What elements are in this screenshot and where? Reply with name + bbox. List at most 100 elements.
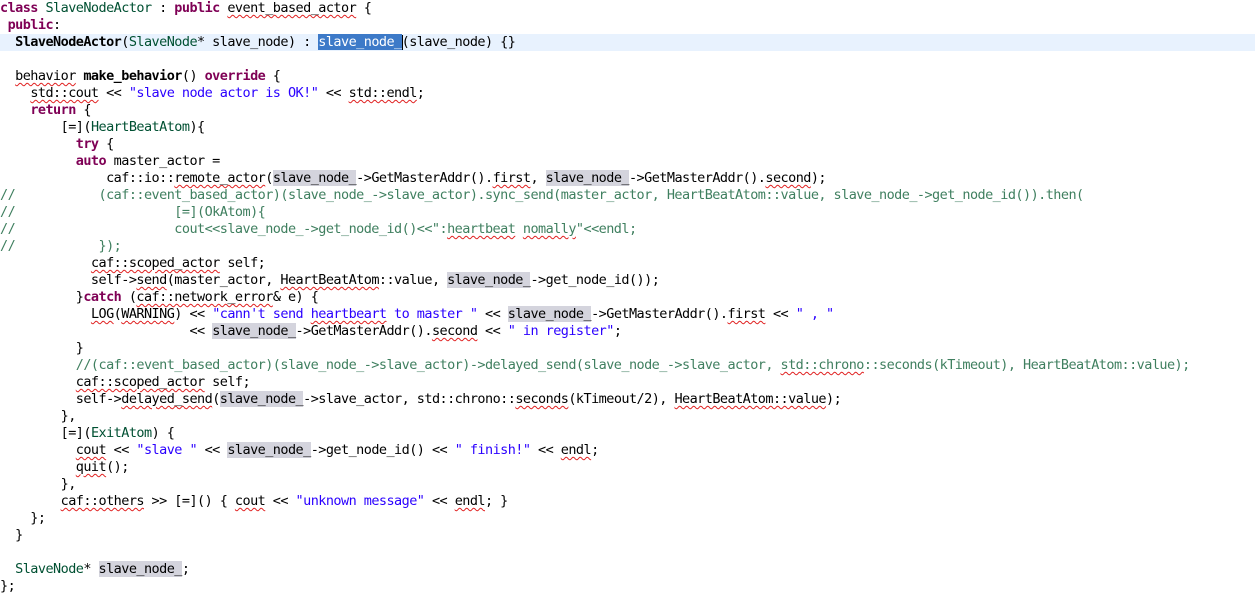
code-token: } bbox=[0, 289, 84, 305]
code-line[interactable]: class SlaveNodeActor : public event_base… bbox=[0, 0, 1255, 17]
code-token: ->GetMasterAddr(). bbox=[295, 323, 433, 339]
code-token: ->get_node_id() << bbox=[310, 442, 455, 458]
code-line[interactable]: return { bbox=[0, 102, 1255, 119]
code-line[interactable]: }; bbox=[0, 510, 1255, 527]
code-line[interactable]: auto master_actor = bbox=[0, 153, 1255, 170]
code-line[interactable]: behavior make_behavior() override { bbox=[0, 68, 1255, 85]
string-literal: to master " bbox=[386, 306, 478, 322]
code-line[interactable]: // [=](OkAtom){ bbox=[0, 204, 1255, 221]
code-token: SlaveNodeActor bbox=[15, 34, 122, 50]
occurrence-highlight: slave_node_ bbox=[545, 170, 630, 186]
code-token: endl bbox=[454, 493, 486, 509]
code-token: ->get_node_id()); bbox=[530, 272, 660, 288]
code-line[interactable]: [=](HeartBeatAtom){ bbox=[0, 119, 1255, 136]
code-token: << bbox=[765, 306, 796, 322]
code-line[interactable]: try { bbox=[0, 136, 1255, 153]
code-line[interactable]: caf::others >> [=]() { cout << "unknown … bbox=[0, 493, 1255, 510]
code-line[interactable]: self->send(master_actor, HeartBeatAtom::… bbox=[0, 272, 1255, 289]
code-token: ->GetMasterAddr(). bbox=[628, 170, 766, 186]
string-literal: "cann't send bbox=[212, 306, 311, 322]
code-line[interactable]: }, bbox=[0, 476, 1255, 493]
code-token: ) << bbox=[174, 306, 213, 322]
code-token: << bbox=[477, 306, 508, 322]
code-token: SlaveNode bbox=[128, 34, 198, 50]
code-line[interactable]: std::cout << "slave node actor is OK!" <… bbox=[0, 85, 1255, 102]
code-token: * bbox=[83, 561, 99, 577]
code-token: make_behavior bbox=[83, 68, 182, 84]
code-token: { bbox=[75, 102, 91, 118]
code-token: [=]( bbox=[0, 425, 92, 441]
code-token: SlaveNode bbox=[15, 561, 84, 577]
code-token: first bbox=[727, 306, 766, 322]
code-line[interactable]: }catch (caf::network_error& e) { bbox=[0, 289, 1255, 306]
code-line[interactable]: self->delayed_send(slave_node_->slave_ac… bbox=[0, 391, 1255, 408]
code-token: ; bbox=[416, 85, 425, 101]
keyword: return bbox=[30, 102, 76, 118]
code-token: cout bbox=[75, 442, 107, 458]
code-line[interactable]: caf::scoped_actor self; bbox=[0, 374, 1255, 391]
code-token: }, bbox=[0, 408, 77, 424]
code-token: ->GetMasterAddr(). bbox=[591, 306, 728, 322]
code-token: } bbox=[0, 527, 23, 543]
code-token: << bbox=[106, 442, 137, 458]
code-token: << bbox=[530, 442, 561, 458]
code-line[interactable]: // (caf::event_based_actor)(slave_node_-… bbox=[0, 187, 1255, 204]
keyword: auto bbox=[75, 153, 107, 169]
code-token: HeartBeatAtom bbox=[90, 119, 190, 135]
code-line[interactable]: << slave_node_->GetMasterAddr().second <… bbox=[0, 323, 1255, 340]
code-token: self-> bbox=[0, 391, 122, 407]
code-comment: heartbeat bbox=[447, 221, 516, 237]
code-token: () bbox=[181, 68, 205, 84]
code-line[interactable] bbox=[0, 51, 1255, 68]
code-token: << bbox=[477, 323, 508, 339]
code-token: ); bbox=[810, 170, 827, 186]
code-token: self; bbox=[204, 374, 251, 390]
code-line[interactable]: }; bbox=[0, 578, 1255, 595]
code-line[interactable]: // cout<<slave_node_->get_node_id()<<":h… bbox=[0, 221, 1255, 238]
occurrence-highlight: slave_node_ bbox=[507, 306, 592, 322]
code-editor[interactable]: class SlaveNodeActor : public event_base… bbox=[0, 0, 1255, 606]
code-comment: nomally bbox=[522, 221, 577, 237]
string-literal: " in register" bbox=[507, 323, 615, 339]
code-token: { bbox=[356, 0, 372, 16]
code-token: (); bbox=[106, 459, 129, 475]
code-token: std::cout bbox=[30, 85, 99, 101]
code-line[interactable]: } bbox=[0, 527, 1255, 544]
code-line[interactable]: } bbox=[0, 340, 1255, 357]
code-line[interactable]: SlaveNode* slave_node_; bbox=[0, 561, 1255, 578]
code-line[interactable]: public: bbox=[0, 17, 1255, 34]
code-token: caf::others bbox=[60, 493, 145, 509]
code-token: [=]( bbox=[0, 119, 92, 135]
code-line[interactable]: caf::io::remote_actor(slave_node_->GetMa… bbox=[0, 170, 1255, 187]
code-token: quit bbox=[75, 459, 107, 475]
code-token: }; bbox=[0, 578, 16, 594]
code-token: { bbox=[98, 136, 114, 152]
code-line[interactable]: caf::scoped_actor self; bbox=[0, 255, 1255, 272]
occurrence-highlight: slave_node_ bbox=[212, 323, 296, 339]
code-line[interactable]: // }); bbox=[0, 238, 1255, 255]
code-token: ( bbox=[121, 34, 129, 50]
code-comment: // [=](OkAtom){ bbox=[0, 204, 266, 220]
code-token: ( bbox=[265, 170, 273, 186]
code-token: self-> bbox=[0, 272, 137, 288]
code-line[interactable]: SlaveNodeActor(SlaveNode* slave_node) : … bbox=[0, 34, 1255, 51]
code-line[interactable]: LOG(WARNING) << "cann't send heartbeart … bbox=[0, 306, 1255, 323]
code-token: seconds bbox=[515, 391, 569, 407]
code-line[interactable]: quit(); bbox=[0, 459, 1255, 476]
code-line[interactable] bbox=[0, 544, 1255, 561]
code-line[interactable]: cout << "slave " << slave_node_->get_nod… bbox=[0, 442, 1255, 459]
code-token: endl bbox=[560, 442, 592, 458]
code-token: send bbox=[136, 272, 167, 288]
code-line[interactable]: [=](ExitAtom) { bbox=[0, 425, 1255, 442]
code-line[interactable]: //(caf::event_based_actor)(slave_node_->… bbox=[0, 357, 1255, 374]
code-token: << bbox=[0, 323, 213, 339]
occurrence-highlight: slave_node_ bbox=[272, 170, 357, 186]
code-line[interactable]: }, bbox=[0, 408, 1255, 425]
code-token: caf::io:: bbox=[0, 170, 175, 186]
code-token: remote_actor bbox=[174, 170, 266, 186]
